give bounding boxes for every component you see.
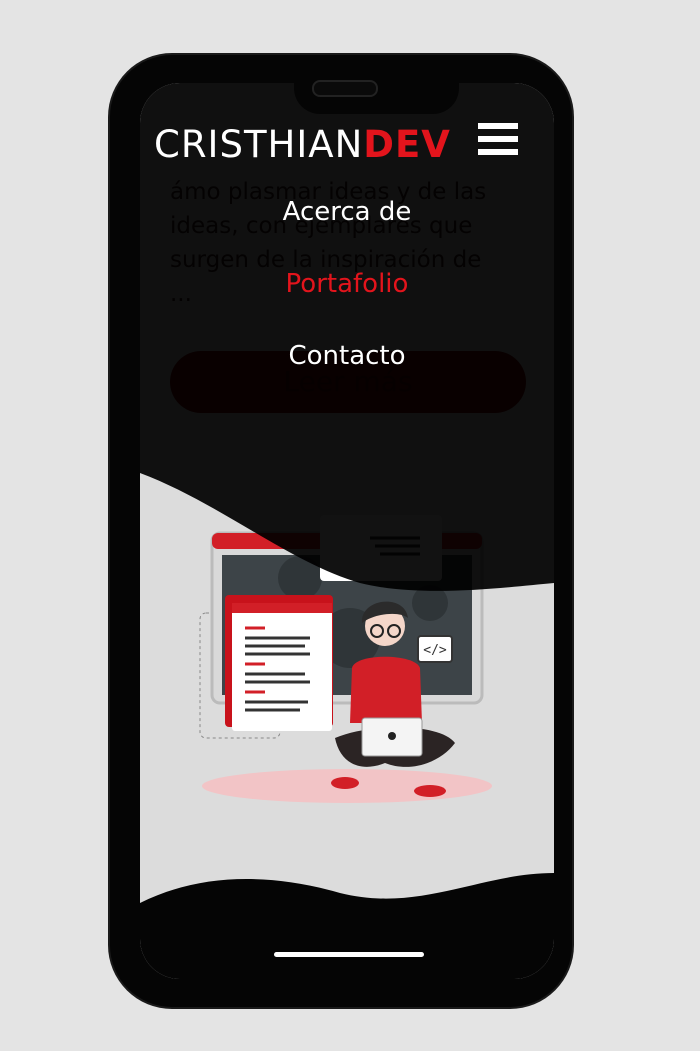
brand-name-part2: DEV [363,123,451,166]
floating-dialog [320,515,442,581]
brand-name-part1: CRISTHIAN [154,123,364,166]
hamburger-menu-icon[interactable] [478,123,522,163]
code-badge-text: </> [423,643,447,658]
nav-item-portafolio[interactable]: Portafolio [140,267,554,301]
phone-screen: ámo plasmar ideas y de las ideas, con ej… [140,83,554,979]
code-document [232,603,332,731]
phone-speaker [312,80,378,97]
brand-logo[interactable]: CRISTHIANDEV [154,123,451,166]
person-torso [350,656,422,723]
gear-icon [278,556,322,600]
nav-item-acerca-de[interactable]: Acerca de [140,195,554,229]
nav-item-contacto[interactable]: Contacto [140,339,554,373]
bottom-wave [140,873,554,979]
main-nav-menu: Acerca de Portafolio Contacto [140,195,554,411]
home-indicator [274,952,424,957]
gear-icon [412,585,448,621]
